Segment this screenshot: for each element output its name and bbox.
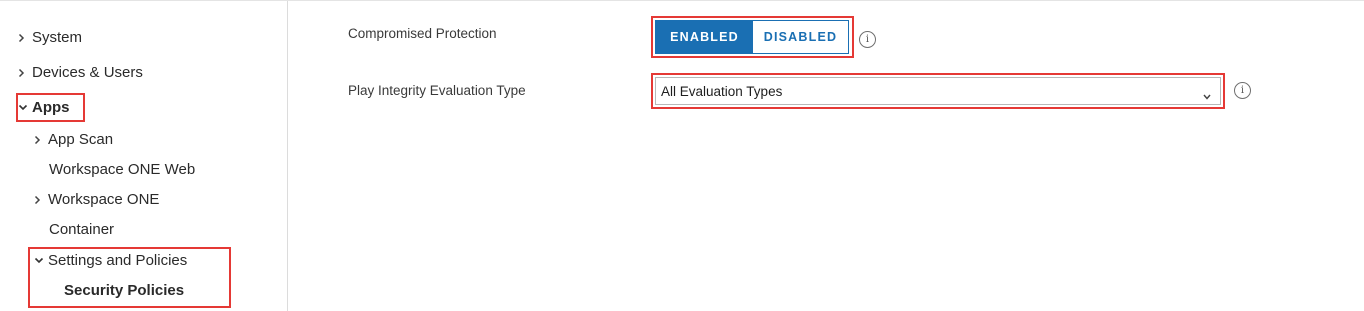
evaluation-type-select[interactable]: All Evaluation Types xyxy=(655,77,1221,105)
chevron-right-icon xyxy=(18,33,32,43)
sidebar-item-label: Settings and Policies xyxy=(48,252,188,269)
sidebar-item-label: Devices & Users xyxy=(32,64,143,81)
sidebar: System Devices & Users Apps App Scan Wor… xyxy=(0,1,288,311)
sidebar-item-label: Apps xyxy=(32,99,70,116)
sidebar-item-label: Workspace ONE xyxy=(48,191,160,208)
chevron-down-icon xyxy=(18,104,32,111)
sidebar-item-label: System xyxy=(32,29,83,46)
info-icon[interactable]: i xyxy=(859,31,876,48)
sidebar-item-apps[interactable]: Apps xyxy=(18,99,70,116)
sidebar-item-workspace-one[interactable]: Workspace ONE xyxy=(34,191,159,208)
sidebar-item-security-policies[interactable]: Security Policies xyxy=(64,282,184,299)
sidebar-item-label: Workspace ONE Web xyxy=(49,161,196,178)
sidebar-item-container[interactable]: Container xyxy=(49,221,114,238)
chevron-right-icon xyxy=(34,135,48,145)
compromised-protection-toggle: ENABLED DISABLED xyxy=(655,20,849,54)
sidebar-item-label: Container xyxy=(49,221,115,238)
enabled-button[interactable]: ENABLED xyxy=(656,21,753,53)
sidebar-item-workspace-one-web[interactable]: Workspace ONE Web xyxy=(49,161,195,178)
chevron-right-icon xyxy=(18,68,32,78)
disabled-button[interactable]: DISABLED xyxy=(753,21,848,53)
sidebar-item-label: App Scan xyxy=(48,131,114,148)
sidebar-item-system[interactable]: System xyxy=(18,29,82,46)
chevron-down-icon xyxy=(34,257,48,264)
sidebar-item-settings-and-policies[interactable]: Settings and Policies xyxy=(34,252,187,269)
sidebar-item-devices-users[interactable]: Devices & Users xyxy=(18,64,143,81)
chevron-right-icon xyxy=(34,195,48,205)
sidebar-item-label: Security Policies xyxy=(64,282,185,299)
evaluation-type-value: All Evaluation Types xyxy=(661,83,783,99)
info-icon[interactable]: i xyxy=(1234,82,1251,99)
sidebar-item-app-scan[interactable]: App Scan xyxy=(34,131,113,148)
chevron-down-icon xyxy=(1203,88,1211,103)
play-integrity-label: Play Integrity Evaluation Type xyxy=(348,83,526,98)
compromised-protection-label: Compromised Protection xyxy=(348,26,497,41)
